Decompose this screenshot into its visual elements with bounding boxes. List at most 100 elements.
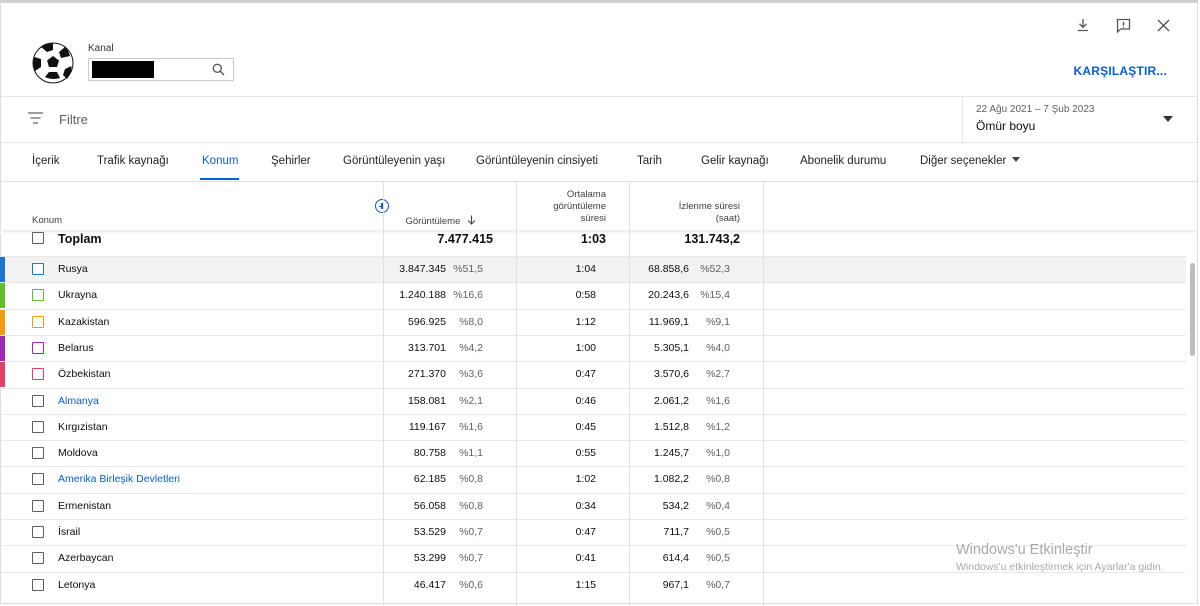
views-percent: %2,1: [459, 394, 483, 407]
date-range-picker[interactable]: 22 Ağu 2021 – 7 Şub 2023 Ömür boyu: [962, 97, 1199, 142]
scrollbar-thumb[interactable]: [1190, 263, 1195, 356]
filter-input[interactable]: Filtre: [59, 112, 88, 127]
add-metric-icon[interactable]: [375, 199, 389, 213]
watermark-title: Windows'u Etkinleştir: [956, 542, 1093, 558]
compare-button[interactable]: KARŞILAŞTIR...: [1074, 64, 1167, 78]
views-value: 158.081: [408, 394, 446, 407]
views-value: 313.701: [408, 341, 446, 354]
tab-sehirler[interactable]: Şehirler: [271, 155, 311, 167]
views-value: 271.370: [408, 368, 446, 381]
watch-time-percent: %0,4: [706, 499, 730, 512]
column-header-location[interactable]: Konum: [32, 215, 62, 226]
tab-icerik[interactable]: İçerik: [32, 155, 59, 167]
row-checkbox[interactable]: [32, 341, 44, 354]
views-percent: %0,8: [459, 499, 483, 512]
tab-abonelik-durumu[interactable]: Abonelik durumu: [800, 155, 886, 167]
column-header-avg-duration-line3: süresi: [580, 213, 606, 224]
row-checkbox[interactable]: [32, 368, 44, 381]
table-row[interactable]: Kazakistan 596.925 %8,0 1:12 11.969,1 %9,1: [0, 308, 1186, 335]
row-checkbox[interactable]: [32, 315, 44, 328]
date-preset: Ömür boyu: [976, 119, 1036, 133]
table-row[interactable]: Letonya 46.417 %0,6 1:15 967,1 %0,7: [0, 571, 1186, 598]
tab-goruntuleyenin-cinsiyeti[interactable]: Görüntüleyenin cinsiyeti: [476, 155, 598, 167]
views-value: 46.417: [413, 578, 446, 591]
watch-time-percent: %15,4: [700, 289, 730, 302]
close-icon[interactable]: [1154, 16, 1172, 34]
table-row[interactable]: Belarus 313.701 %4,2 1:00 5.305,1 %4,0: [0, 334, 1186, 361]
column-header-views[interactable]: Görüntüleme: [405, 215, 476, 228]
tab-trafik-kaynagi[interactable]: Trafik kaynağı: [97, 155, 169, 167]
location-name: Ukrayna: [58, 289, 98, 302]
column-header-avg-duration[interactable]: Ortalama görüntüleme süresi: [553, 189, 606, 225]
watch-time-value: 534,2: [662, 499, 689, 512]
row-checkbox[interactable]: [32, 394, 44, 407]
avg-duration-value: 1:02: [575, 473, 596, 486]
tab-diger-secenekler[interactable]: Diğer seçenekler: [920, 155, 1021, 167]
views-percent: %4,2: [459, 341, 483, 354]
tab-goruntuleyenin-yasi[interactable]: Görüntüleyenin yaşı: [343, 155, 445, 167]
views-percent: %16,6: [453, 289, 483, 302]
active-tab-indicator: [200, 178, 239, 180]
views-value: 3.847.345: [399, 263, 446, 275]
location-name: Azerbaycan: [58, 552, 114, 565]
views-value: 56.058: [413, 499, 446, 512]
tab-gelir-kaynagi[interactable]: Gelir kaynağı: [701, 155, 769, 167]
column-divider: [629, 182, 630, 606]
location-name: İsrail: [58, 526, 81, 538]
tab-konum[interactable]: Konum: [202, 155, 238, 167]
row-color-marker: [0, 467, 5, 492]
dimension-tabs: İçerik Trafik kaynağı Konum Şehirler Gör…: [0, 143, 1196, 181]
column-header-watch-time[interactable]: İzlenme süresi (saat): [679, 201, 740, 225]
row-checkbox[interactable]: [32, 578, 44, 591]
location-name: Özbekistan: [58, 368, 111, 381]
views-value: 62.185: [413, 473, 446, 486]
dropdown-caret-icon[interactable]: [1163, 116, 1173, 122]
table-row[interactable]: Ukrayna 1.240.188 %16,6 0:58 20.243,6 %15,4: [0, 282, 1186, 309]
column-header-avg-duration-line1: Ortalama: [566, 189, 606, 200]
views-percent: %51,5: [453, 263, 483, 275]
table-row[interactable]: Kırgızistan 119.167 %1,6 0:45 1.512,8 %1,2: [0, 413, 1186, 440]
avg-duration-value: 0:46: [575, 394, 596, 407]
channel-avatar: [32, 42, 74, 84]
total-row: Toplam 7.477.415 1:03 131.743,2: [0, 230, 1196, 256]
avg-duration-value: 0:34: [575, 499, 596, 512]
total-watch-time: 131.743,2: [684, 232, 740, 246]
column-divider: [516, 182, 517, 606]
table-row[interactable]: Ermenistan 56.058 %0,8 0:34 534,2 %0,4: [0, 492, 1186, 519]
watch-time-percent: %0,8: [706, 473, 730, 486]
channel-search-input[interactable]: [88, 58, 234, 81]
filter-icon[interactable]: [28, 112, 43, 127]
table-row[interactable]: Almanya 158.081 %2,1 0:46 2.061,2 %1,6: [0, 387, 1186, 414]
watch-time-percent: %0,7: [706, 578, 730, 591]
row-checkbox[interactable]: [32, 499, 44, 512]
column-divider: [383, 182, 384, 606]
views-percent: %1,1: [459, 447, 483, 460]
feedback-icon[interactable]: [1114, 16, 1132, 34]
table-row[interactable]: Özbekistan 271.370 %3,6 0:47 3.570,6 %2,7: [0, 361, 1186, 388]
table-row[interactable]: Amerika Birleşik Devletleri 62.185 %0,8 1:0…: [0, 466, 1186, 492]
watch-time-percent: %9,1: [706, 315, 730, 328]
views-value: 596.925: [408, 315, 446, 328]
search-icon[interactable]: [212, 63, 225, 81]
location-name[interactable]: Almanya: [58, 395, 99, 407]
watch-time-value: 5.305,1: [653, 341, 689, 354]
row-checkbox[interactable]: [32, 473, 44, 486]
row-color-marker: [0, 520, 5, 545]
filter-bar[interactable]: Filtre: [28, 112, 88, 127]
row-checkbox[interactable]: [32, 552, 44, 565]
row-checkbox[interactable]: [32, 447, 44, 460]
row-checkbox[interactable]: [32, 263, 44, 275]
row-checkbox[interactable]: [32, 420, 44, 433]
table-row[interactable]: Moldova 80.758 %1,1 0:55 1.245,7 %1,0: [0, 440, 1186, 466]
watch-time-value: 967,1: [662, 578, 689, 591]
download-icon[interactable]: [1074, 16, 1092, 34]
watch-time-value: 1.082,2: [653, 473, 689, 486]
table-row[interactable]: Rusya 3.847.345 %51,5 1:04 68.858,6 %52,3: [0, 256, 1186, 282]
tab-tarih[interactable]: Tarih: [637, 155, 662, 167]
row-checkbox[interactable]: [32, 289, 44, 302]
location-name[interactable]: Amerika Birleşik Devletleri: [58, 473, 180, 485]
row-checkbox[interactable]: [32, 526, 44, 538]
select-all-checkbox[interactable]: [32, 232, 44, 244]
views-value: 80.758: [413, 447, 446, 460]
activation-watermark: Windows'u Etkinleştir Windows'u etkinleş…: [956, 542, 1163, 573]
